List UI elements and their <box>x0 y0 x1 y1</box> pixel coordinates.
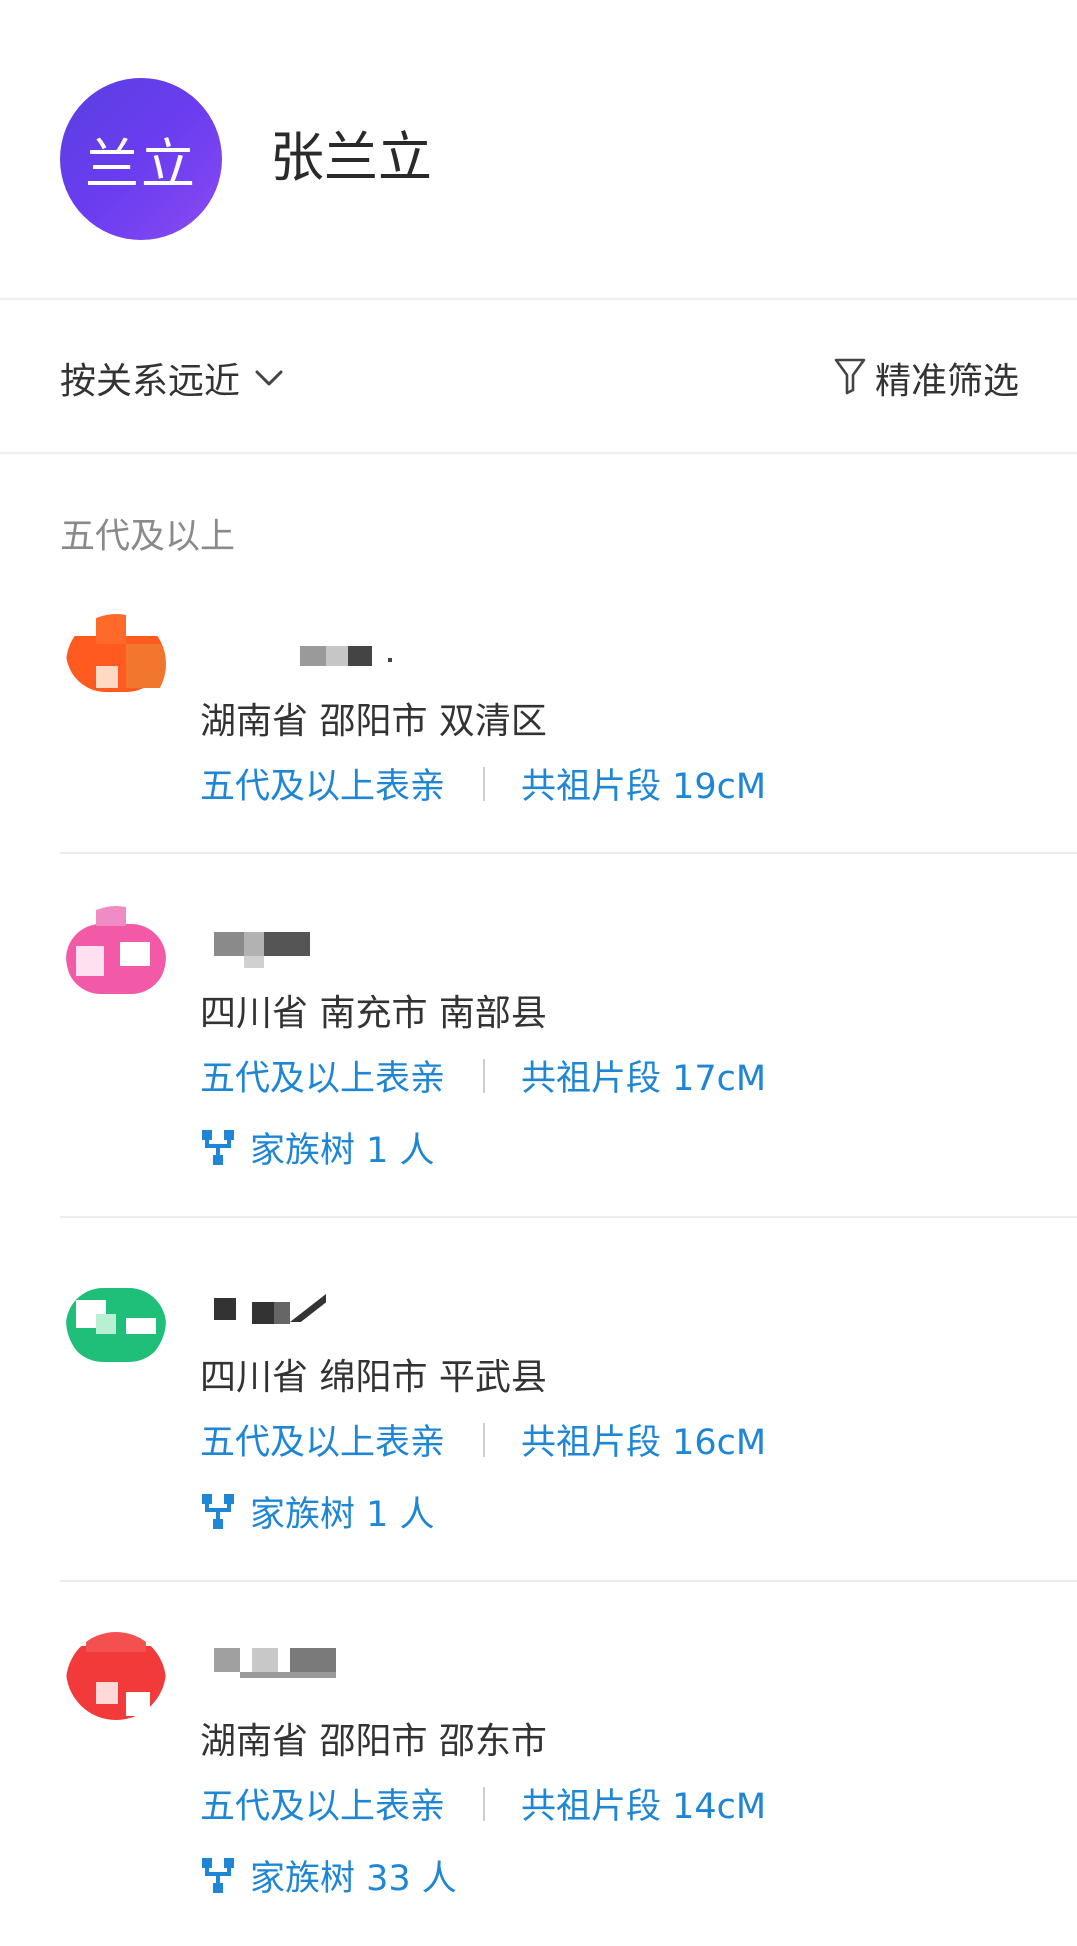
match-location: 湖南省 邵阳市 邵东市 <box>200 1721 547 1762</box>
match-tags: 五代及以上表亲 共祖片段 14cM <box>200 1778 766 1829</box>
match-tags: 五代及以上表亲 共祖片段 17cM <box>200 1050 766 1101</box>
sort-filter-bar: 按关系远近 精准筛选 <box>0 300 1077 454</box>
segment-label: 共祖片段 14cM <box>521 1787 767 1827</box>
masked-name <box>200 1644 360 1678</box>
family-tree-label: 家族树 1 人 <box>250 1495 435 1535</box>
masked-name <box>200 1290 360 1324</box>
masked-name <box>200 638 392 668</box>
family-tree-icon <box>200 1128 236 1168</box>
profile-header: 兰立 张兰立 <box>0 0 1077 300</box>
filter-label: 精准筛选 <box>874 361 1019 402</box>
segment-label: 共祖片段 19cM <box>521 767 767 807</box>
family-tree-icon <box>200 1492 236 1532</box>
family-tree-icon <box>200 1856 236 1896</box>
match-list-item[interactable]: 四川省 绵阳市 平武县 五代及以上表亲 共祖片段 16cM 家族树 1 人 <box>60 1268 1077 1582</box>
match-tags: 五代及以上表亲 共祖片段 16cM <box>200 1414 766 1465</box>
match-list-item[interactable]: 四川省 南充市 南部县 五代及以上表亲 共祖片段 17cM 家族树 1 人 <box>60 904 1077 1218</box>
section-title: 五代及以上 <box>60 517 236 557</box>
tag-separator <box>483 1422 486 1457</box>
tag-separator <box>483 766 486 801</box>
row-divider <box>60 1580 1077 1582</box>
match-list-item[interactable]: 湖南省 邵阳市 双清区 五代及以上表亲 共祖片段 19cM <box>60 612 1077 854</box>
chevron-down-icon <box>254 368 284 388</box>
row-divider <box>60 1216 1077 1218</box>
family-tree-label: 家族树 33 人 <box>250 1859 457 1899</box>
relation-label: 五代及以上表亲 <box>200 1787 446 1827</box>
avatar <box>66 1270 166 1370</box>
segment-label: 共祖片段 16cM <box>521 1423 767 1463</box>
relation-label: 五代及以上表亲 <box>200 1059 446 1099</box>
funnel-icon <box>833 356 867 400</box>
match-location: 四川省 绵阳市 平武县 <box>200 1357 547 1398</box>
segment-label: 共祖片段 17cM <box>521 1059 767 1099</box>
sort-label: 按关系远近 <box>60 361 241 402</box>
profile-avatar[interactable]: 兰立 <box>60 78 222 240</box>
row-divider <box>60 852 1077 854</box>
relation-label: 五代及以上表亲 <box>200 1423 446 1463</box>
profile-name: 张兰立 <box>270 126 432 189</box>
masked-name <box>200 926 340 968</box>
tag-separator <box>483 1058 486 1093</box>
tag-separator <box>483 1786 486 1821</box>
family-tree-link[interactable]: 家族树 33 人 <box>200 1850 457 1901</box>
family-tree-link[interactable]: 家族树 1 人 <box>200 1486 435 1537</box>
family-tree-label: 家族树 1 人 <box>250 1131 435 1171</box>
match-location: 湖南省 邵阳市 双清区 <box>200 701 547 742</box>
precise-filter-button[interactable]: 精准筛选 <box>833 352 1019 404</box>
match-location: 四川省 南充市 南部县 <box>200 993 547 1034</box>
sort-dropdown[interactable]: 按关系远近 <box>60 352 284 404</box>
profile-avatar-text: 兰立 <box>85 132 197 196</box>
match-list-item[interactable]: 湖南省 邵阳市 邵东市 五代及以上表亲 共祖片段 14cM 家族树 33 人 <box>60 1632 1077 1946</box>
avatar <box>66 1632 166 1732</box>
match-tags: 五代及以上表亲 共祖片段 19cM <box>200 758 766 809</box>
avatar <box>66 614 166 714</box>
avatar <box>66 906 166 1006</box>
family-tree-link[interactable]: 家族树 1 人 <box>200 1122 435 1173</box>
relation-label: 五代及以上表亲 <box>200 767 446 807</box>
